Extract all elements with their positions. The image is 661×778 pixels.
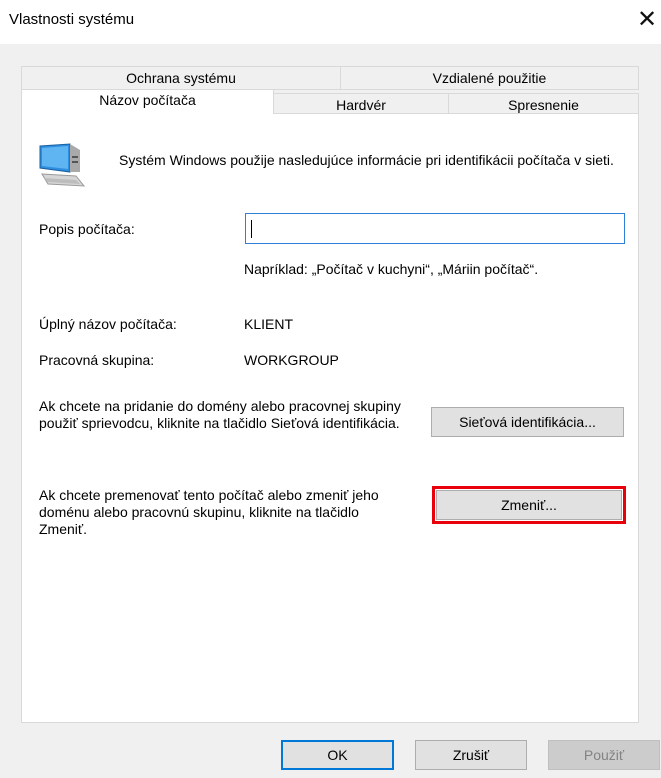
cancel-button[interactable]: Zrušiť xyxy=(415,740,527,770)
window-title: Vlastnosti systému xyxy=(9,11,135,28)
description-input[interactable] xyxy=(245,213,625,244)
change-button[interactable]: Zmeniť... xyxy=(436,490,622,520)
tab-hardware[interactable]: Hardvér xyxy=(273,93,449,114)
tab-advanced[interactable]: Spresnenie xyxy=(448,93,639,114)
description-label: Popis počítača: xyxy=(39,221,135,237)
text-caret xyxy=(251,220,252,238)
workgroup-value: WORKGROUP xyxy=(244,352,339,368)
tab-computer-name[interactable]: Názov počítača xyxy=(21,89,274,114)
description-example: Napríklad: „Počítač v kuchyni“, „Máriin … xyxy=(244,261,539,277)
apply-button[interactable]: Použiť xyxy=(548,740,660,770)
full-name-value: KLIENT xyxy=(244,316,294,332)
close-icon[interactable]: ✕ xyxy=(632,4,661,36)
title-bar: Vlastnosti systému ✕ xyxy=(0,0,661,44)
computer-icon xyxy=(39,143,86,187)
network-id-text: Ak chcete na pridanie do domény alebo pr… xyxy=(39,398,401,431)
intro-text: Systém Windows použije nasledujúce infor… xyxy=(119,152,614,168)
change-text: Ak chcete premenovať tento počítač alebo… xyxy=(39,487,379,537)
tab-remote-use[interactable]: Vzdialené použitie xyxy=(340,66,639,90)
tab-system-protection[interactable]: Ochrana systému xyxy=(21,66,341,90)
network-id-button[interactable]: Sieťová identifikácia... xyxy=(431,407,624,437)
ok-button[interactable]: OK xyxy=(281,740,394,770)
full-name-label: Úplný názov počítača: xyxy=(39,316,177,332)
workgroup-label: Pracovná skupina: xyxy=(39,352,155,368)
